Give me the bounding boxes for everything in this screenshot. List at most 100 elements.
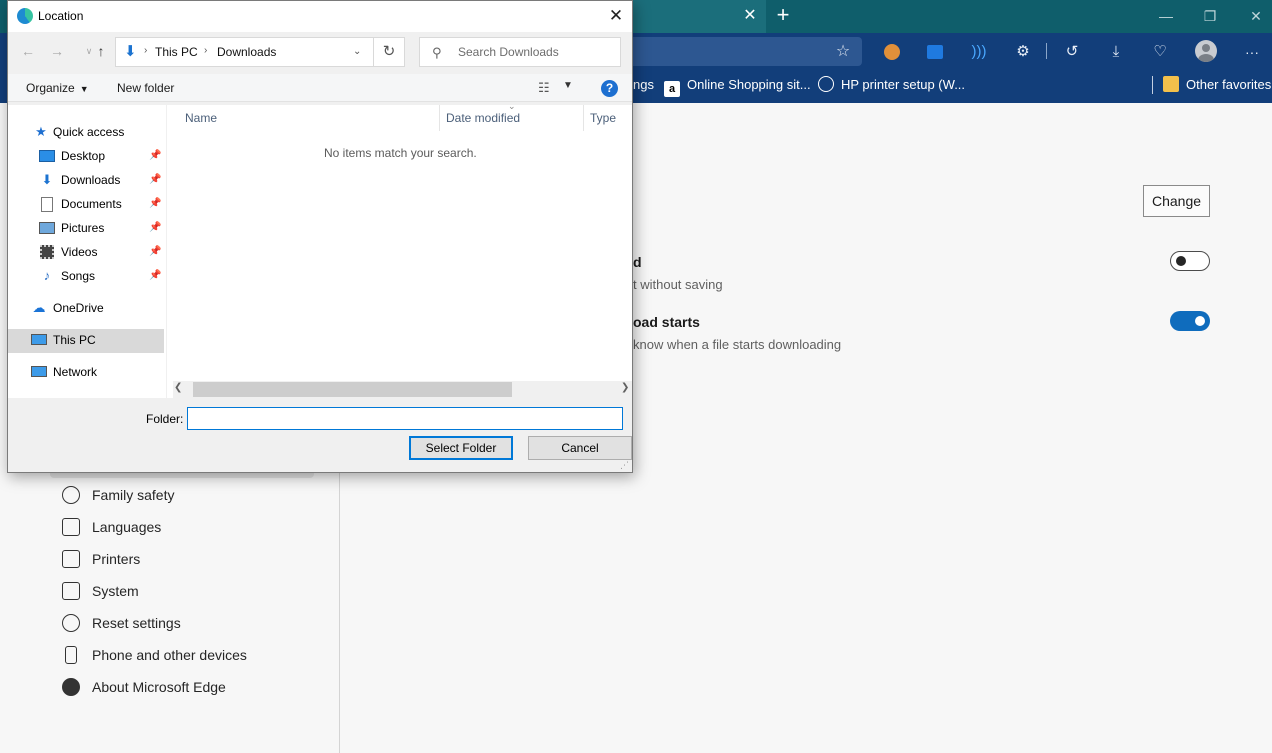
- chevron-down-icon[interactable]: ⌄: [353, 46, 361, 57]
- sidebar-item-label: Phone and other devices: [92, 647, 247, 663]
- help-icon[interactable]: ?: [601, 80, 618, 97]
- tree-item-label: OneDrive: [53, 301, 104, 315]
- system-icon: [62, 582, 80, 600]
- folder-icon: [1163, 76, 1179, 92]
- window-close-button[interactable]: ✕: [1244, 4, 1268, 28]
- minimize-button[interactable]: —: [1154, 4, 1178, 28]
- column-divider[interactable]: [583, 105, 584, 131]
- folder-input[interactable]: [187, 407, 623, 430]
- folder-label: Folder:: [146, 412, 184, 426]
- sidebar-item-reset-settings[interactable]: Reset settings: [62, 611, 181, 635]
- sidebar-item-label: Reset settings: [92, 615, 181, 631]
- sidebar-item-family-safety[interactable]: Family safety: [62, 483, 174, 507]
- sidebar-item-phone[interactable]: Phone and other devices: [62, 643, 247, 667]
- scroll-left-icon[interactable]: ❮: [174, 382, 182, 393]
- tree-item-pictures[interactable]: Pictures 📌: [39, 216, 167, 240]
- favorites-divider: [1152, 76, 1153, 94]
- show-downloads-menu-toggle[interactable]: [1170, 311, 1210, 331]
- sidebar-item-about[interactable]: About Microsoft Edge: [62, 675, 226, 699]
- setting-title: oad starts: [633, 314, 700, 330]
- search-input[interactable]: ⚲ Search Downloads: [419, 37, 621, 67]
- profile-icon[interactable]: [1195, 40, 1217, 62]
- music-icon: ♪: [43, 268, 51, 283]
- organize-button[interactable]: Organize ▼: [26, 81, 89, 95]
- family-icon: [62, 486, 80, 504]
- dialog-titlebar: [8, 1, 632, 32]
- computer-icon: [31, 332, 47, 348]
- more-icon[interactable]: ···: [1240, 40, 1264, 64]
- column-header-name[interactable]: Name: [185, 111, 217, 125]
- pin-icon[interactable]: 📌: [149, 192, 161, 216]
- phone-icon: [65, 646, 77, 664]
- restore-button[interactable]: ❐: [1198, 4, 1222, 28]
- tree-item-label: Videos: [61, 245, 98, 259]
- tree-item-label: Pictures: [61, 221, 105, 235]
- new-folder-button[interactable]: New folder: [117, 81, 174, 95]
- outlook-icon[interactable]: [923, 40, 947, 64]
- column-header-type[interactable]: Type: [590, 111, 616, 125]
- refresh-icon[interactable]: ↻: [373, 37, 405, 67]
- downloads-icon[interactable]: ⤓: [1104, 40, 1128, 64]
- address-bar[interactable]: [632, 37, 862, 66]
- breadcrumb-item[interactable]: This PC: [155, 45, 198, 59]
- tree-item-downloads[interactable]: ⬇ Downloads 📌: [39, 168, 167, 192]
- tree-item-network[interactable]: Network: [31, 360, 97, 384]
- tab-close-icon[interactable]: ✕: [740, 6, 760, 26]
- column-divider[interactable]: [439, 105, 440, 131]
- extension-icon[interactable]: [880, 40, 904, 64]
- pin-icon[interactable]: 📌: [149, 240, 161, 264]
- ask-where-to-save-toggle[interactable]: [1170, 251, 1210, 271]
- forward-icon[interactable]: →: [47, 41, 67, 61]
- breadcrumb[interactable]: ⬇ › This PC › Downloads ⌄: [115, 37, 374, 67]
- favorite-add-icon[interactable]: ☆: [832, 41, 854, 63]
- tree-item-quick-access[interactable]: ★ Quick access: [33, 120, 124, 144]
- tree-item-label: This PC: [53, 333, 96, 347]
- pin-icon[interactable]: 📌: [149, 144, 161, 168]
- tree-item-documents[interactable]: Documents 📌: [39, 192, 167, 216]
- tree-item-videos[interactable]: Videos 📌: [39, 240, 167, 264]
- scrollbar-thumb[interactable]: [193, 382, 512, 397]
- column-header-date[interactable]: Date modified: [446, 111, 520, 125]
- pin-icon[interactable]: 📌: [149, 264, 161, 288]
- search-icon: ⚲: [432, 45, 442, 60]
- tree-item-onedrive[interactable]: ☁ OneDrive: [31, 296, 104, 320]
- favorite-item[interactable]: a Online Shopping sit...: [664, 75, 811, 97]
- breadcrumb-item[interactable]: Downloads: [217, 45, 276, 59]
- sidebar-item-printers[interactable]: Printers: [62, 547, 140, 571]
- view-options-icon[interactable]: ☷: [538, 81, 554, 95]
- setting-description: know when a file starts downloading: [633, 337, 842, 352]
- desktop-icon: [39, 148, 55, 164]
- languages-icon: [62, 518, 80, 536]
- tree-item-label: Quick access: [53, 125, 125, 139]
- pin-icon[interactable]: 📌: [149, 216, 161, 240]
- favorite-item[interactable]: HP printer setup (W...: [818, 75, 965, 95]
- cancel-button[interactable]: Cancel: [528, 436, 632, 460]
- setting-title: d: [633, 254, 642, 270]
- select-folder-button[interactable]: Select Folder: [409, 436, 513, 460]
- new-tab-button[interactable]: +: [772, 4, 794, 28]
- sidebar-item-label: About Microsoft Edge: [92, 679, 226, 695]
- read-aloud-icon[interactable]: ))): [967, 40, 991, 64]
- history-icon[interactable]: ↺: [1060, 40, 1084, 64]
- resize-grip-icon[interactable]: ⋰: [620, 460, 629, 471]
- chevron-down-icon[interactable]: ▼: [563, 80, 573, 91]
- other-favorites[interactable]: Other favorites: [1163, 75, 1271, 95]
- favorite-item[interactable]: ngs: [633, 75, 654, 95]
- back-icon[interactable]: ←: [18, 41, 38, 61]
- pin-icon[interactable]: 📌: [149, 168, 161, 192]
- tree-item-desktop[interactable]: Desktop 📌: [39, 144, 167, 168]
- up-icon[interactable]: ↑: [91, 41, 111, 61]
- sidebar-item-system[interactable]: System: [62, 579, 139, 603]
- change-location-button[interactable]: Change: [1143, 185, 1210, 217]
- download-arrow-icon: ⬇: [41, 172, 53, 187]
- tree-item-this-pc[interactable]: This PC: [31, 328, 96, 352]
- dialog-close-icon[interactable]: ✕: [604, 5, 628, 27]
- tree-item-songs[interactable]: ♪ Songs 📌: [39, 264, 167, 288]
- scroll-right-icon[interactable]: ❯: [621, 382, 629, 393]
- browser-essentials-icon[interactable]: ♡: [1148, 40, 1172, 64]
- pictures-icon: [39, 220, 55, 236]
- extensions-icon[interactable]: ⚙: [1011, 40, 1035, 64]
- sidebar-item-languages[interactable]: Languages: [62, 515, 161, 539]
- favorite-label: ngs: [633, 77, 654, 92]
- tree-item-label: Documents: [61, 197, 122, 211]
